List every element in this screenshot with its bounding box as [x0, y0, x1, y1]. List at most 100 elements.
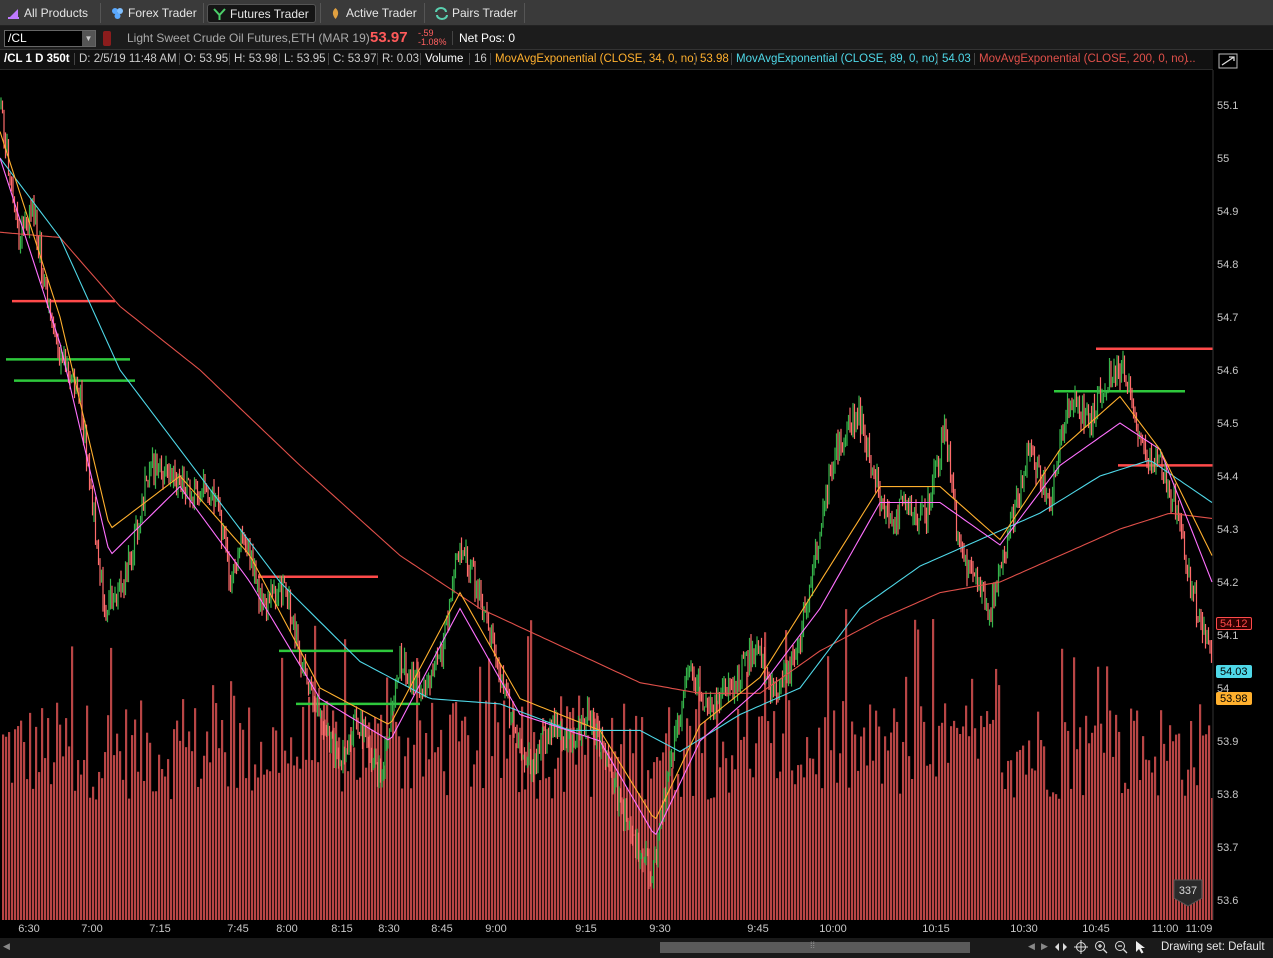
- volume-bar: [218, 748, 221, 920]
- bar-low: L: 53.95: [279, 53, 326, 65]
- volume-bar: [212, 685, 215, 920]
- scroll-end-icon[interactable]: ▶: [1041, 941, 1048, 952]
- price-axis[interactable]: 55.1 55 54.9 54.8 54.7 54.6 54.5 54.4 54.3 54.2 54…: [1217, 100, 1238, 907]
- volume-bar: [176, 720, 179, 920]
- time-tick-label: 8:30: [378, 923, 400, 935]
- scroll-right-icon[interactable]: ◀: [1028, 941, 1035, 952]
- product-tab-bar: All Products Forex Trader Futures Trader…: [0, 0, 1273, 26]
- volume-bar: [419, 720, 422, 920]
- volume-bar: [425, 733, 428, 920]
- volume-bar: [206, 731, 209, 920]
- volume-bar: [803, 777, 806, 920]
- volume-bar: [995, 668, 998, 920]
- volume-bar: [164, 776, 167, 920]
- scroll-left-icon[interactable]: ◀: [3, 941, 10, 952]
- more-studies[interactable]: ...: [1186, 53, 1196, 65]
- volume-bar: [908, 756, 911, 920]
- volume-bar: [272, 727, 275, 920]
- zoom-out-icon[interactable]: [1114, 940, 1128, 954]
- volume-bar: [134, 719, 137, 920]
- volume-bar: [866, 765, 869, 920]
- position-flag-icon[interactable]: [103, 31, 111, 46]
- volume-bar: [707, 799, 710, 920]
- volume-bar: [470, 786, 473, 920]
- volume-bar: [308, 696, 311, 920]
- tab-futures-trader[interactable]: Futures Trader: [207, 4, 316, 23]
- volume-bar: [737, 708, 740, 920]
- volume-bar: [155, 791, 158, 920]
- volume-bar: [986, 711, 989, 920]
- tab-pairs-trader[interactable]: Pairs Trader: [430, 4, 523, 23]
- volume-bar: [365, 767, 368, 920]
- volume-bar: [782, 733, 785, 920]
- volume-bar: [542, 717, 545, 920]
- volume-bar: [1148, 760, 1151, 920]
- volume-bar: [257, 777, 260, 920]
- volume-bar: [836, 782, 839, 920]
- volume-bar: [398, 736, 401, 920]
- chart-title[interactable]: /CL 1 D 350t: [4, 53, 70, 65]
- symbol-selector[interactable]: /CL ▼: [4, 30, 96, 47]
- volume-bar: [1016, 751, 1019, 920]
- volume-bar: [863, 727, 866, 920]
- volume-bar: [185, 747, 188, 920]
- volume-bar: [194, 708, 197, 920]
- volume-bar: [932, 619, 935, 920]
- ema200-label[interactable]: MovAvgExponential (CLOSE, 200, 0, no): [974, 53, 1188, 65]
- volume-bar: [545, 778, 548, 920]
- volume-bar: [140, 700, 143, 920]
- volume-bar: [314, 625, 317, 920]
- pointer-icon[interactable]: [1134, 940, 1148, 954]
- volume-bar: [506, 758, 509, 920]
- volume-bar: [689, 725, 692, 920]
- volume-bar: [875, 710, 878, 920]
- volume-bar: [1034, 770, 1037, 920]
- time-tick-label: 9:00: [485, 923, 507, 935]
- drawing-set-selector[interactable]: Drawing set: Default: [1161, 941, 1265, 953]
- volume-bar: [422, 776, 425, 920]
- volume-bar: [1145, 759, 1148, 920]
- volume-bar: [1094, 725, 1097, 920]
- volume-bar: [1130, 708, 1133, 920]
- time-axis[interactable]: 6:30 7:00 7:15 7:45 8:00 8:15 8:30 8:45 9:00 9:15…: [0, 920, 1213, 938]
- tab-all-products[interactable]: All Products: [2, 4, 94, 23]
- tab-forex-trader[interactable]: Forex Trader: [106, 4, 203, 23]
- ema89-label[interactable]: MovAvgExponential (CLOSE, 89, 0, no): [731, 53, 938, 65]
- chevron-down-icon[interactable]: ▼: [82, 31, 95, 46]
- volume-bar: [881, 783, 884, 920]
- volume-bar: [152, 791, 155, 920]
- volume-bar: [317, 762, 320, 920]
- crosshair-icon[interactable]: [1074, 940, 1088, 954]
- volume-bar: [944, 703, 947, 920]
- price-chart[interactable]: 55.1 55 54.9 54.8 54.7 54.6 54.5 54.4 54.3 54.2 54…: [0, 70, 1273, 920]
- forex-icon: [112, 8, 123, 19]
- tab-active-trader[interactable]: Active Trader: [324, 4, 423, 23]
- volume-bar: [620, 744, 623, 920]
- volume-bar: [416, 658, 419, 920]
- volume-bar: [17, 726, 20, 920]
- tab-label: Forex Trader: [128, 6, 197, 20]
- volume-bar: [1031, 768, 1034, 920]
- volume-bar: [362, 720, 365, 920]
- price-badge: 54.12: [1216, 617, 1252, 631]
- volume-bar: [452, 703, 455, 920]
- zoom-in-icon[interactable]: [1094, 940, 1108, 954]
- volume-bar: [1025, 774, 1028, 920]
- ema34-value: 53.98: [695, 53, 729, 65]
- volume-bar: [539, 780, 542, 920]
- chart-scrollbar[interactable]: ⁞⁞: [660, 940, 970, 953]
- volume-bar: [818, 727, 821, 920]
- bar-open: O: 53.95: [179, 53, 228, 65]
- tab-label: Pairs Trader: [452, 6, 518, 20]
- volume-bar: [347, 771, 350, 920]
- volume-bar: [1100, 723, 1103, 920]
- volume-bar: [647, 770, 650, 920]
- volume-bar: [521, 706, 524, 920]
- volume-label[interactable]: Volume: [420, 53, 463, 65]
- pan-arrows-icon[interactable]: [1054, 940, 1068, 954]
- ema34-label[interactable]: MovAvgExponential (CLOSE, 34, 0, no): [490, 53, 697, 65]
- price-tick-label: 53.9: [1217, 736, 1238, 748]
- volume-bar: [446, 795, 449, 920]
- volume-bar: [482, 788, 485, 920]
- chart-expand-icon[interactable]: [1218, 53, 1238, 69]
